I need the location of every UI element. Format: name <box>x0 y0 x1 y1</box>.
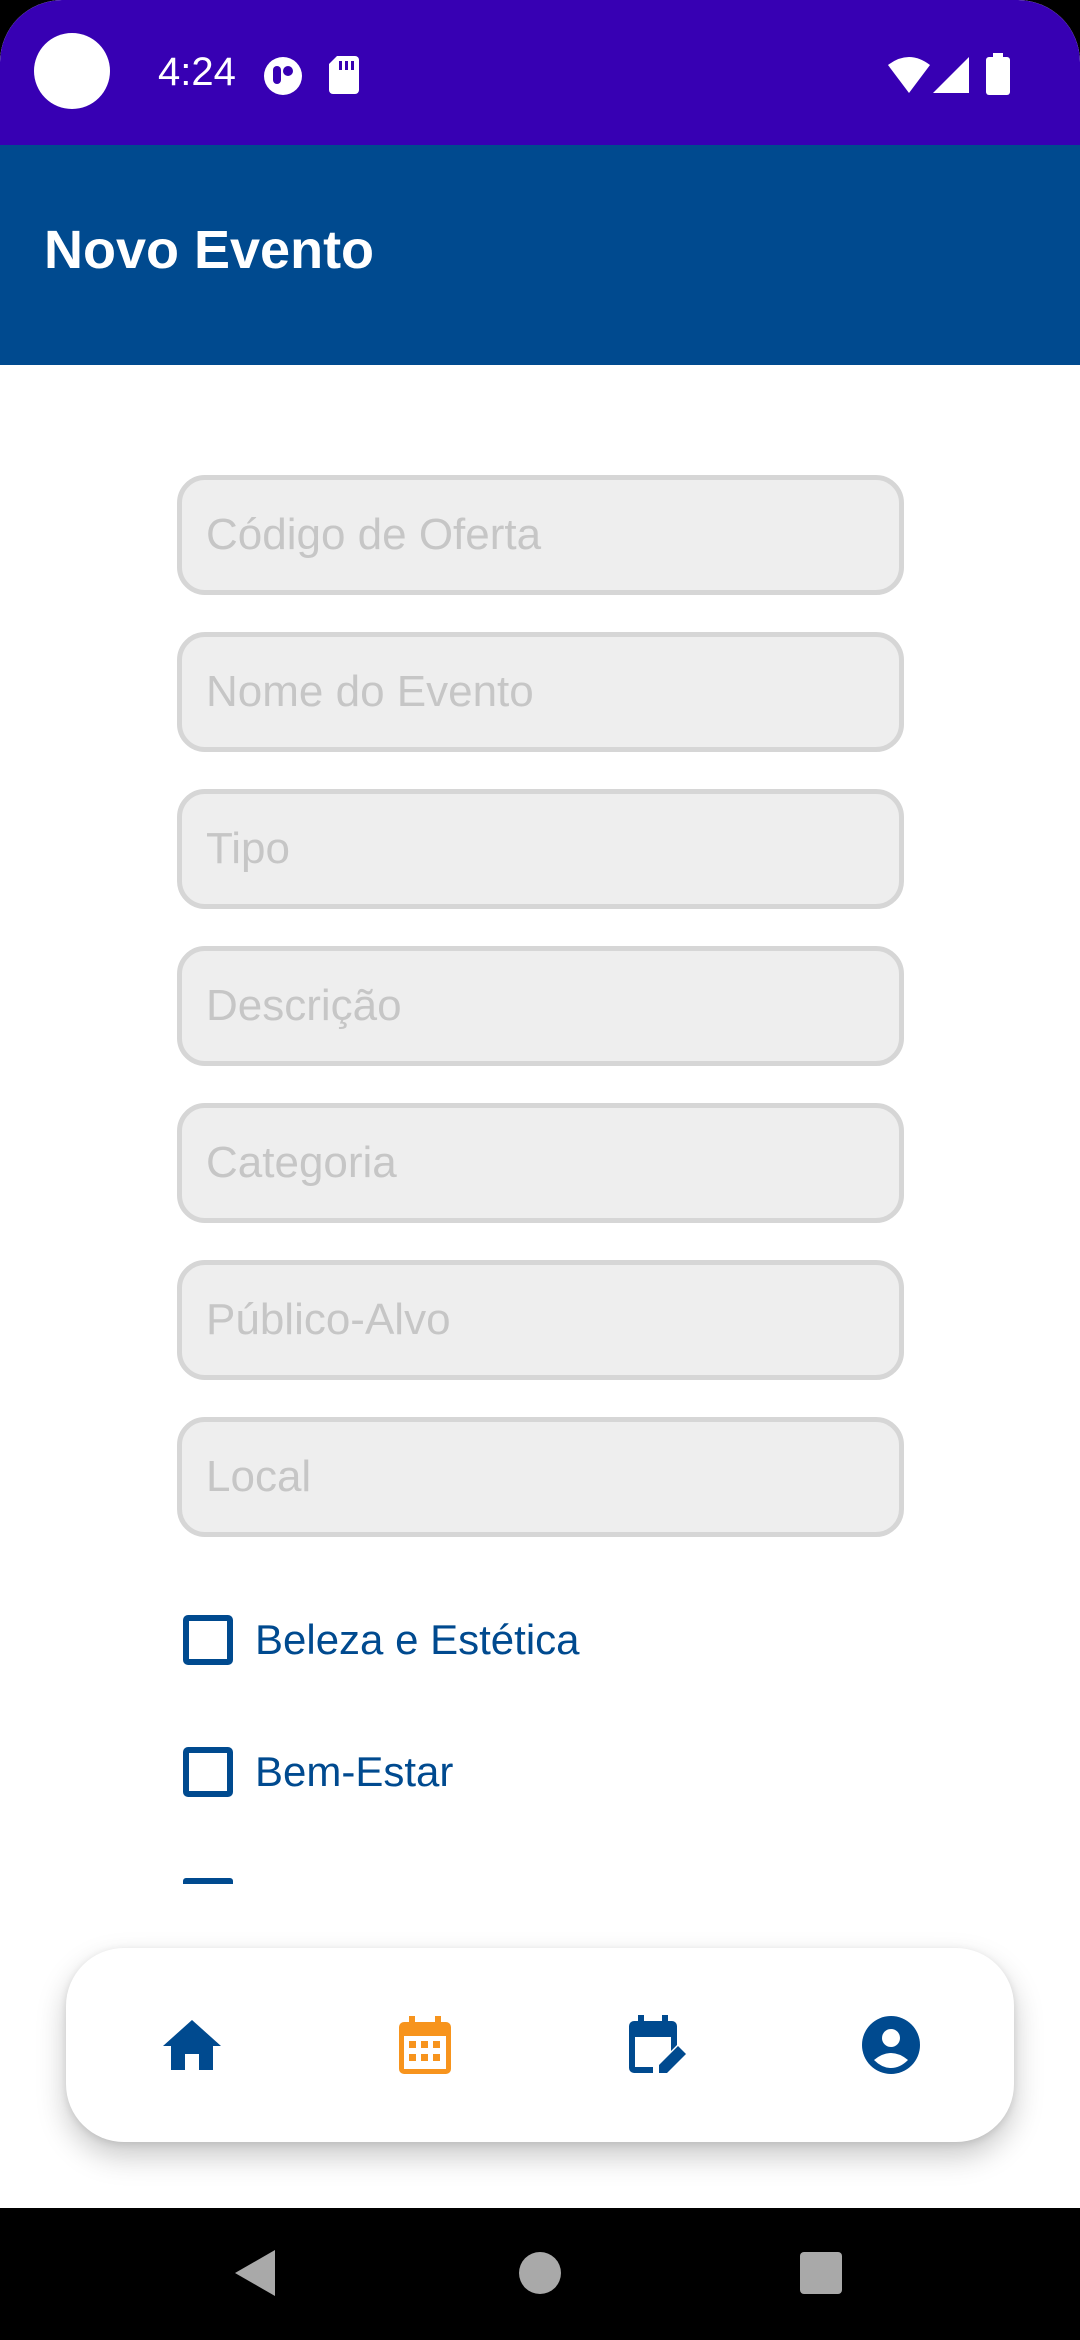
tipo-input[interactable] <box>182 794 899 904</box>
page-title: Novo Evento <box>44 220 375 280</box>
status-bar: 4:24 <box>0 0 1080 145</box>
home-circle-icon[interactable] <box>519 2252 561 2294</box>
categoria-input[interactable] <box>182 1108 899 1218</box>
system-nav-bar <box>0 2208 1080 2340</box>
descricao-input[interactable] <box>182 951 899 1061</box>
nav-edit-event[interactable] <box>598 1948 718 2142</box>
codigo-oferta-input[interactable] <box>182 480 899 590</box>
partially-visible-checkbox[interactable] <box>183 1878 233 1884</box>
recents-icon[interactable] <box>800 2252 842 2294</box>
bem-estar-checkbox[interactable] <box>183 1747 233 1797</box>
wifi-icon <box>888 57 930 93</box>
categoria-field[interactable] <box>177 1103 904 1223</box>
calendar-icon <box>399 2016 451 2074</box>
app-bar: Novo Evento <box>0 145 1080 365</box>
nav-events[interactable] <box>365 1948 485 2142</box>
back-icon[interactable] <box>235 2250 275 2296</box>
tipo-field[interactable] <box>177 789 904 909</box>
checkbox-row-bem-estar[interactable]: Bem-Estar <box>183 1744 453 1800</box>
sd-card-icon <box>329 56 359 94</box>
bottom-nav <box>66 1948 1014 2142</box>
screen: 4:24 Novo Evento Código de Oferta Nome d… <box>0 0 1080 2340</box>
beleza-checkbox[interactable] <box>183 1615 233 1665</box>
nome-evento-input[interactable] <box>182 637 899 747</box>
camera-cutout <box>34 33 110 109</box>
battery-icon <box>986 53 1010 95</box>
notification-icon <box>264 57 302 95</box>
descricao-field[interactable] <box>177 946 904 1066</box>
nav-home[interactable] <box>132 1948 252 2142</box>
bem-estar-label: Bem-Estar <box>255 1748 454 1795</box>
calendar-edit-icon <box>629 2015 686 2073</box>
local-input[interactable] <box>182 1422 899 1532</box>
codigo-oferta-field[interactable] <box>177 475 904 595</box>
beleza-label: Beleza e Estética <box>255 1616 580 1663</box>
nav-profile[interactable] <box>831 1948 951 2142</box>
local-field[interactable] <box>177 1417 904 1537</box>
status-time: 4:24 <box>158 50 236 94</box>
signal-icon <box>933 57 969 93</box>
checkbox-row-beleza[interactable]: Beleza e Estética <box>183 1612 580 1668</box>
nome-evento-field[interactable] <box>177 632 904 752</box>
publico-alvo-input[interactable] <box>182 1265 899 1375</box>
account-icon <box>862 2016 920 2074</box>
home-icon <box>163 2020 221 2070</box>
publico-alvo-field[interactable] <box>177 1260 904 1380</box>
